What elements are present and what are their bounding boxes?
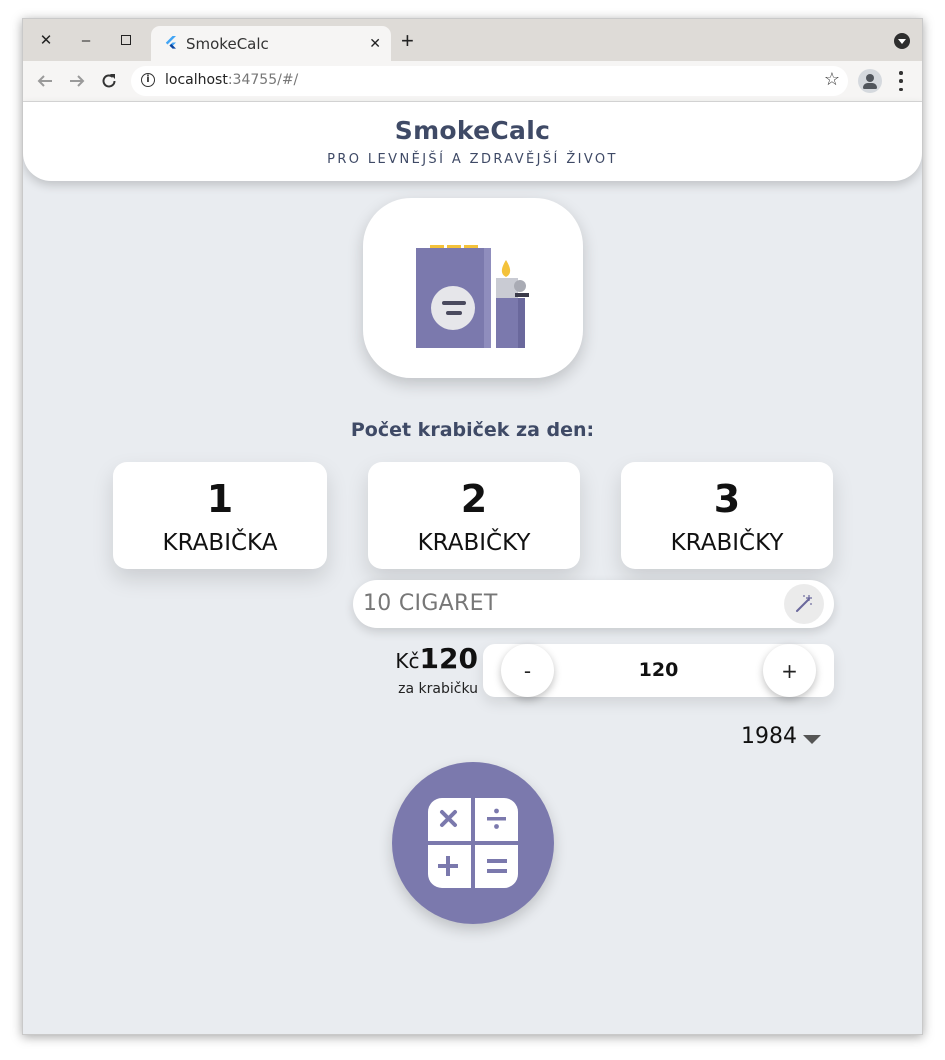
pack-option-3[interactable]: 3 KRABIČKY bbox=[621, 462, 833, 569]
app-title: SmokeCalc bbox=[394, 116, 551, 145]
year-value: 1984 bbox=[741, 724, 797, 749]
browser-toolbar: i localhost:34755/#/ ☆ bbox=[23, 61, 922, 102]
url-text: localhost:34755/#/ bbox=[165, 72, 299, 88]
price-value: 120 bbox=[419, 642, 478, 675]
tab-search-icon[interactable] bbox=[894, 33, 910, 49]
calculator-icon bbox=[428, 798, 518, 888]
site-info-icon[interactable]: i bbox=[141, 73, 155, 87]
pack-unit: KRABIČKY bbox=[417, 530, 531, 556]
tab-title: SmokeCalc bbox=[186, 35, 269, 53]
app-subtitle: PRO LEVNĚJŠÍ A ZDRAVĚJŠÍ ŽIVOT bbox=[327, 152, 618, 167]
back-icon[interactable] bbox=[33, 69, 57, 93]
flutter-icon bbox=[165, 36, 176, 49]
minimize-window-icon[interactable]: – bbox=[73, 27, 99, 53]
new-tab-icon[interactable]: + bbox=[401, 30, 414, 52]
pack-count: 2 bbox=[460, 477, 488, 521]
pack-unit: KRABIČKA bbox=[162, 530, 278, 556]
cigarettes-input-placeholder: 10 CIGARET bbox=[363, 591, 498, 616]
profile-avatar-icon[interactable] bbox=[858, 69, 882, 93]
logo-card bbox=[363, 198, 583, 378]
tab-strip: ✕ – SmokeCalc ✕ + bbox=[23, 19, 922, 61]
app-header: SmokeCalc PRO LEVNĚJŠÍ A ZDRAVĚJŠÍ ŽIVOT bbox=[23, 102, 922, 181]
increment-button[interactable]: + bbox=[763, 644, 816, 697]
calculate-button[interactable] bbox=[392, 762, 554, 924]
decrement-button[interactable]: - bbox=[501, 644, 554, 697]
close-window-icon[interactable]: ✕ bbox=[33, 27, 59, 53]
dropdown-arrow-icon bbox=[803, 735, 821, 744]
address-bar[interactable]: i localhost:34755/#/ ☆ bbox=[131, 66, 848, 96]
bookmark-star-icon[interactable]: ☆ bbox=[824, 69, 840, 90]
forward-icon[interactable] bbox=[65, 69, 89, 93]
pack-count: 1 bbox=[206, 477, 234, 521]
browser-window: ✕ – SmokeCalc ✕ + i localhost:34755/#/ ☆… bbox=[22, 18, 923, 1035]
reload-icon[interactable] bbox=[97, 69, 121, 93]
pack-option-2[interactable]: 2 KRABIČKY bbox=[368, 462, 580, 569]
price-stepper: 120 - + bbox=[483, 644, 834, 697]
cigarette-pack-lighter-icon bbox=[416, 245, 529, 348]
magic-wand-icon[interactable] bbox=[784, 584, 824, 624]
price-display: Kč120 za krabičku bbox=[383, 642, 478, 697]
question-label: Počet krabiček za den: bbox=[350, 419, 595, 441]
app-page: SmokeCalc PRO LEVNĚJŠÍ A ZDRAVĚJŠÍ ŽIVOT bbox=[23, 102, 922, 1034]
year-dropdown[interactable]: 1984 bbox=[741, 724, 831, 754]
maximize-window-icon[interactable] bbox=[113, 27, 139, 53]
price-caption: za krabičku bbox=[398, 681, 478, 697]
cigarettes-input[interactable]: 10 CIGARET bbox=[353, 580, 834, 628]
pack-option-1[interactable]: 1 KRABIČKA bbox=[113, 462, 327, 569]
tab-close-icon[interactable]: ✕ bbox=[369, 35, 381, 52]
pack-unit: KRABIČKY bbox=[670, 530, 784, 556]
price-currency: Kč bbox=[395, 649, 420, 673]
browser-tab[interactable]: SmokeCalc ✕ bbox=[151, 26, 391, 61]
pack-count: 3 bbox=[713, 477, 741, 521]
browser-menu-icon[interactable] bbox=[893, 71, 909, 91]
